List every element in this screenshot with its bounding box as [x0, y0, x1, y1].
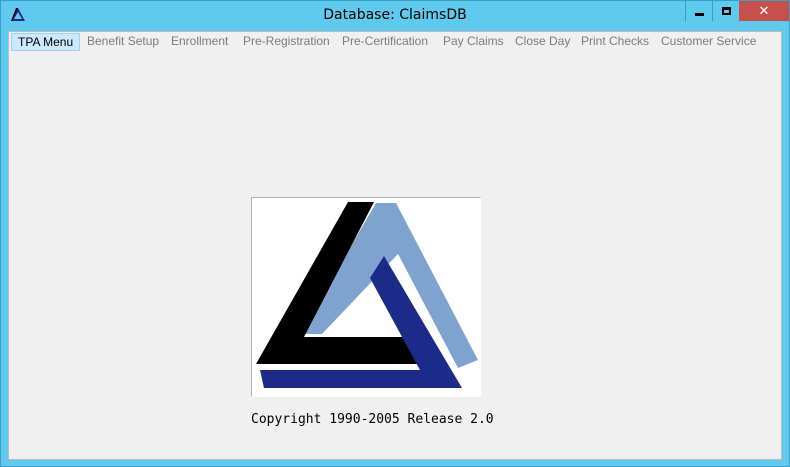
close-icon: ✕: [758, 3, 770, 19]
app-window: Database: ClaimsDB ✕ TPA Menu Benefit Se…: [0, 0, 790, 467]
main-client-area: TPA Menu Benefit Setup Enrollment Pre-Re…: [8, 31, 782, 460]
minimize-icon: [694, 12, 704, 16]
close-button[interactable]: ✕: [739, 1, 789, 21]
copyright-text: Copyright 1990-2005 Release 2.0: [251, 412, 494, 427]
maximize-icon: [721, 7, 731, 15]
menu-item-close-day[interactable]: Close Day: [515, 33, 570, 51]
maximize-button[interactable]: [712, 1, 739, 21]
company-logo: [251, 197, 481, 397]
menu-item-pre-registration[interactable]: Pre-Registration: [243, 33, 330, 51]
window-title: Database: ClaimsDB: [323, 7, 467, 23]
title-bar[interactable]: Database: ClaimsDB ✕: [1, 1, 789, 31]
menu-item-pay-claims[interactable]: Pay Claims: [443, 33, 504, 51]
menu-item-tpa-menu[interactable]: TPA Menu: [11, 33, 81, 51]
minimize-button[interactable]: [685, 1, 712, 21]
menu-item-benefit-setup[interactable]: Benefit Setup: [87, 33, 159, 51]
menu-item-print-checks[interactable]: Print Checks: [581, 33, 649, 51]
menu-item-customer-service[interactable]: Customer Service: [661, 33, 756, 51]
menu-item-pre-certification[interactable]: Pre-Certification: [342, 33, 428, 51]
menu-item-enrollment[interactable]: Enrollment: [171, 33, 228, 51]
